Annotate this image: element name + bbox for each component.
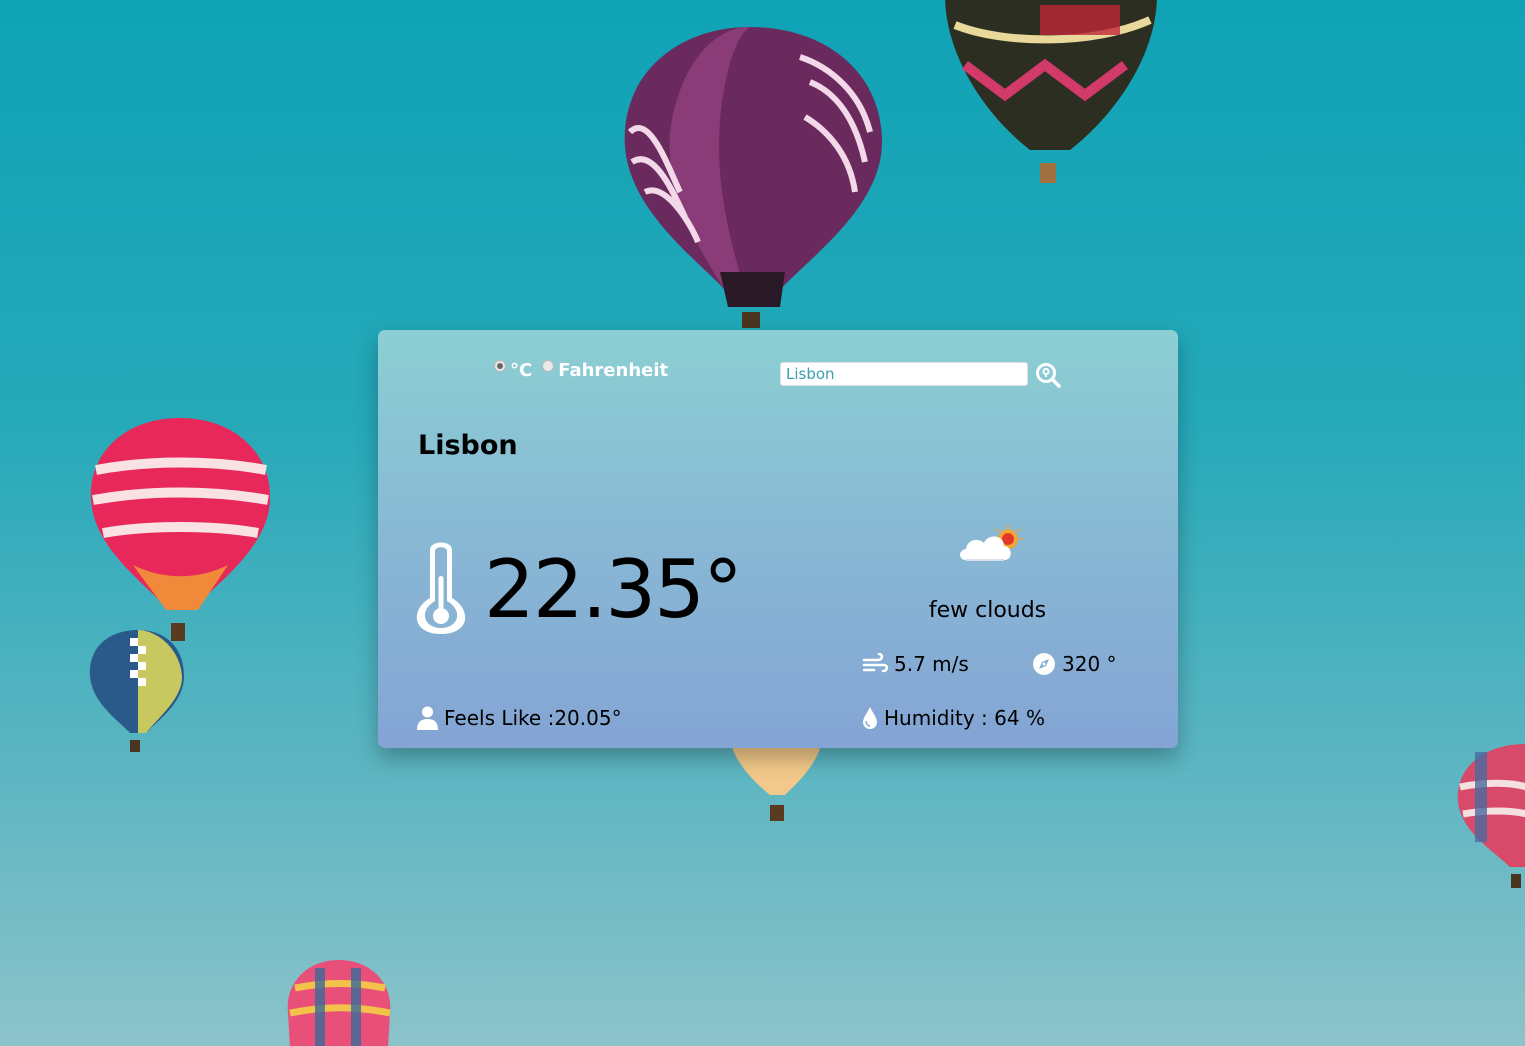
fahrenheit-label[interactable]: Fahrenheit [558,360,668,381]
feels-like: Feels Like :20.05° [417,706,622,730]
water-drop-icon [863,707,877,729]
weather-card [378,330,1178,748]
balloon-bottom [287,960,391,1046]
wind-icon [862,653,888,673]
balloon-purple [624,27,882,328]
balloon-dark [945,0,1157,183]
wind-speed: 5.7 m/s [862,652,969,676]
compass-icon [1033,653,1055,675]
city-search-input[interactable]: Lisbon [780,362,1028,386]
balloon-checkered [89,630,184,752]
humidity-value: Humidity : 64 % [884,706,1045,730]
feels-like-value: Feels Like :20.05° [444,706,622,730]
balloon-yellow [730,740,822,821]
city-name: Lisbon [418,430,518,461]
wind-direction-value: 320 ° [1062,652,1117,676]
search-icon[interactable] [1035,362,1061,388]
wind-direction: 320 ° [1032,652,1117,676]
unit-toggle: °C Fahrenheit [494,359,678,381]
weather-description: few clouds [928,598,1047,623]
humidity: Humidity : 64 % [862,706,1045,730]
celsius-radio[interactable] [494,359,506,372]
balloon-right [1457,744,1525,888]
thermometer-icon [416,542,466,634]
person-icon [417,706,438,730]
celsius-label[interactable]: °C [510,360,532,381]
wind-speed-value: 5.7 m/s [894,652,969,676]
fahrenheit-radio[interactable] [542,359,555,372]
balloon-red [90,418,271,641]
cloud-sun-icon [960,524,1023,561]
temperature-value: 22.35° [484,543,743,636]
